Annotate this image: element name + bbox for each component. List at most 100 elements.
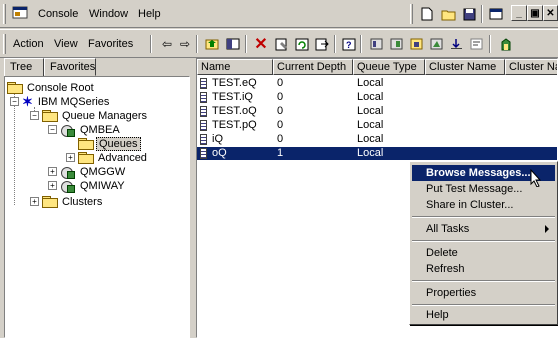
tree-pane: Console Root − ✶ IBM MQSeries − Queue Ma…: [4, 76, 190, 338]
menu-view[interactable]: View: [54, 38, 78, 50]
tree-item-qmiway[interactable]: + QMIWAY: [48, 179, 127, 193]
export-list-icon[interactable]: [313, 35, 331, 53]
tree-item-label: Clusters: [62, 195, 103, 208]
folder-icon: [7, 82, 23, 94]
menu-console[interactable]: Console: [38, 8, 78, 20]
expand-icon[interactable]: +: [48, 181, 57, 190]
tree-item-queue-managers[interactable]: − Queue Managers: [30, 109, 149, 122]
tree-item-label: Queues: [96, 136, 141, 151]
column-header-cluster-name[interactable]: Cluster Name: [425, 59, 505, 75]
tree-item-console-root[interactable]: Console Root: [7, 81, 96, 94]
tree-item-label: Advanced: [98, 151, 147, 164]
queue-manager-icon: [60, 124, 75, 137]
table-row[interactable]: iQ 0 Local: [197, 133, 557, 146]
menu-help[interactable]: Help: [138, 8, 161, 20]
table-row[interactable]: TEST.oQ 0 Local: [197, 105, 557, 118]
expand-icon[interactable]: +: [48, 167, 57, 176]
queue-icon: [200, 106, 207, 117]
mq-tool-icon-7[interactable]: [497, 35, 515, 53]
queue-name: TEST.eQ: [212, 77, 257, 89]
menubar-grip[interactable]: [3, 4, 6, 24]
show-hide-tree-icon[interactable]: [224, 35, 242, 53]
properties-icon[interactable]: [273, 35, 291, 53]
action-bar-grip[interactable]: [3, 34, 6, 54]
menu-separator: [412, 280, 555, 282]
refresh-icon[interactable]: [293, 35, 311, 53]
queue-icon: [200, 134, 207, 145]
queue-type: Local: [357, 77, 384, 89]
queue-depth: 0: [277, 91, 284, 103]
queue-manager-icon: [60, 180, 75, 193]
expand-icon[interactable]: +: [30, 197, 39, 206]
column-header-cluster-namelist[interactable]: Cluster Na: [505, 59, 557, 75]
folder-icon: [42, 196, 58, 208]
tree-item-qmggw[interactable]: + QMGGW: [48, 165, 127, 179]
tab-tree[interactable]: Tree: [4, 58, 44, 77]
table-row[interactable]: TEST.pQ 0 Local: [197, 119, 557, 132]
expand-icon[interactable]: +: [66, 153, 75, 162]
queue-manager-icon: [60, 166, 75, 179]
forward-arrow-icon[interactable]: ⇨: [176, 35, 194, 53]
close-icon[interactable]: ✕: [543, 5, 558, 21]
mq-tool-icon-1[interactable]: [367, 35, 385, 53]
menu-item-properties[interactable]: Properties: [412, 285, 555, 301]
tree-item-ibm-mqseries[interactable]: − ✶ IBM MQSeries: [10, 93, 111, 109]
table-row[interactable]: TEST.eQ 0 Local: [197, 77, 557, 90]
tree-item-qmbea[interactable]: − QMBEA: [48, 123, 122, 137]
help-icon[interactable]: ?: [340, 35, 358, 53]
menu-item-refresh[interactable]: Refresh: [412, 261, 555, 277]
tree-item-label: QMBEA: [80, 123, 120, 136]
queue-type: Local: [357, 105, 384, 117]
menu-window[interactable]: Window: [89, 8, 128, 20]
mq-tool-icon-4[interactable]: [427, 35, 445, 53]
back-arrow-icon[interactable]: ⇦: [158, 35, 176, 53]
menu-action[interactable]: Action: [13, 38, 44, 50]
tree-item-queues[interactable]: Queues: [78, 136, 141, 151]
folder-open-icon: [78, 138, 94, 150]
menu-favorites[interactable]: Favorites: [88, 38, 133, 50]
table-row-selected[interactable]: oQ 1 Local: [197, 147, 557, 160]
tree-item-clusters[interactable]: + Clusters: [30, 195, 104, 208]
console-app-icon: [12, 6, 28, 20]
column-header-current-depth[interactable]: Current Depth: [273, 59, 353, 75]
delete-icon[interactable]: ✕: [252, 35, 270, 53]
new-icon[interactable]: [418, 5, 436, 23]
column-header-name[interactable]: Name: [197, 59, 273, 75]
action-toolbar: Action View Favorites ⇦ ⇨ ✕ ?: [0, 29, 558, 58]
menubar: Console Window Help _ ▣ ✕: [0, 0, 558, 28]
collapse-icon[interactable]: −: [10, 97, 19, 106]
queue-name: oQ: [212, 147, 227, 159]
minimize-icon[interactable]: _: [511, 5, 527, 21]
queue-type: Local: [357, 91, 384, 103]
open-folder-icon[interactable]: [440, 5, 458, 23]
toolbar-separator: [245, 35, 247, 53]
queue-depth: 0: [277, 133, 284, 145]
toolbar-separator: [196, 35, 198, 53]
tree-guide-line: [14, 93, 15, 205]
table-row[interactable]: TEST.iQ 0 Local: [197, 91, 557, 104]
mq-tool-icon-2[interactable]: [387, 35, 405, 53]
tree-item-advanced[interactable]: + Advanced: [66, 151, 149, 164]
up-level-icon[interactable]: [203, 35, 221, 53]
menu-item-help[interactable]: Help: [412, 307, 555, 323]
restore-icon[interactable]: ▣: [527, 5, 543, 21]
mq-tool-icon-6[interactable]: [467, 35, 485, 53]
collapse-icon[interactable]: −: [48, 125, 57, 134]
toolbar-grip[interactable]: [410, 4, 413, 24]
folder-open-icon: [42, 110, 58, 122]
queue-name: iQ: [212, 133, 223, 145]
new-window-icon[interactable]: [487, 5, 505, 23]
tree-item-label: QMGGW: [80, 165, 126, 178]
queue-depth: 0: [277, 77, 284, 89]
toolbar-separator: [150, 35, 152, 53]
menu-item-share-in-cluster[interactable]: Share in Cluster...: [412, 197, 555, 213]
collapse-icon[interactable]: −: [30, 111, 39, 120]
menu-item-delete[interactable]: Delete: [412, 245, 555, 261]
mq-tool-icon-3[interactable]: [407, 35, 425, 53]
column-header-queue-type[interactable]: Queue Type: [353, 59, 425, 75]
mqseries-snapin-icon: ✶: [22, 93, 33, 109]
menu-item-all-tasks[interactable]: All Tasks: [412, 221, 555, 237]
mq-tool-icon-5[interactable]: [447, 35, 465, 53]
save-icon[interactable]: [460, 5, 478, 23]
tab-favorites[interactable]: Favorites: [44, 58, 96, 76]
